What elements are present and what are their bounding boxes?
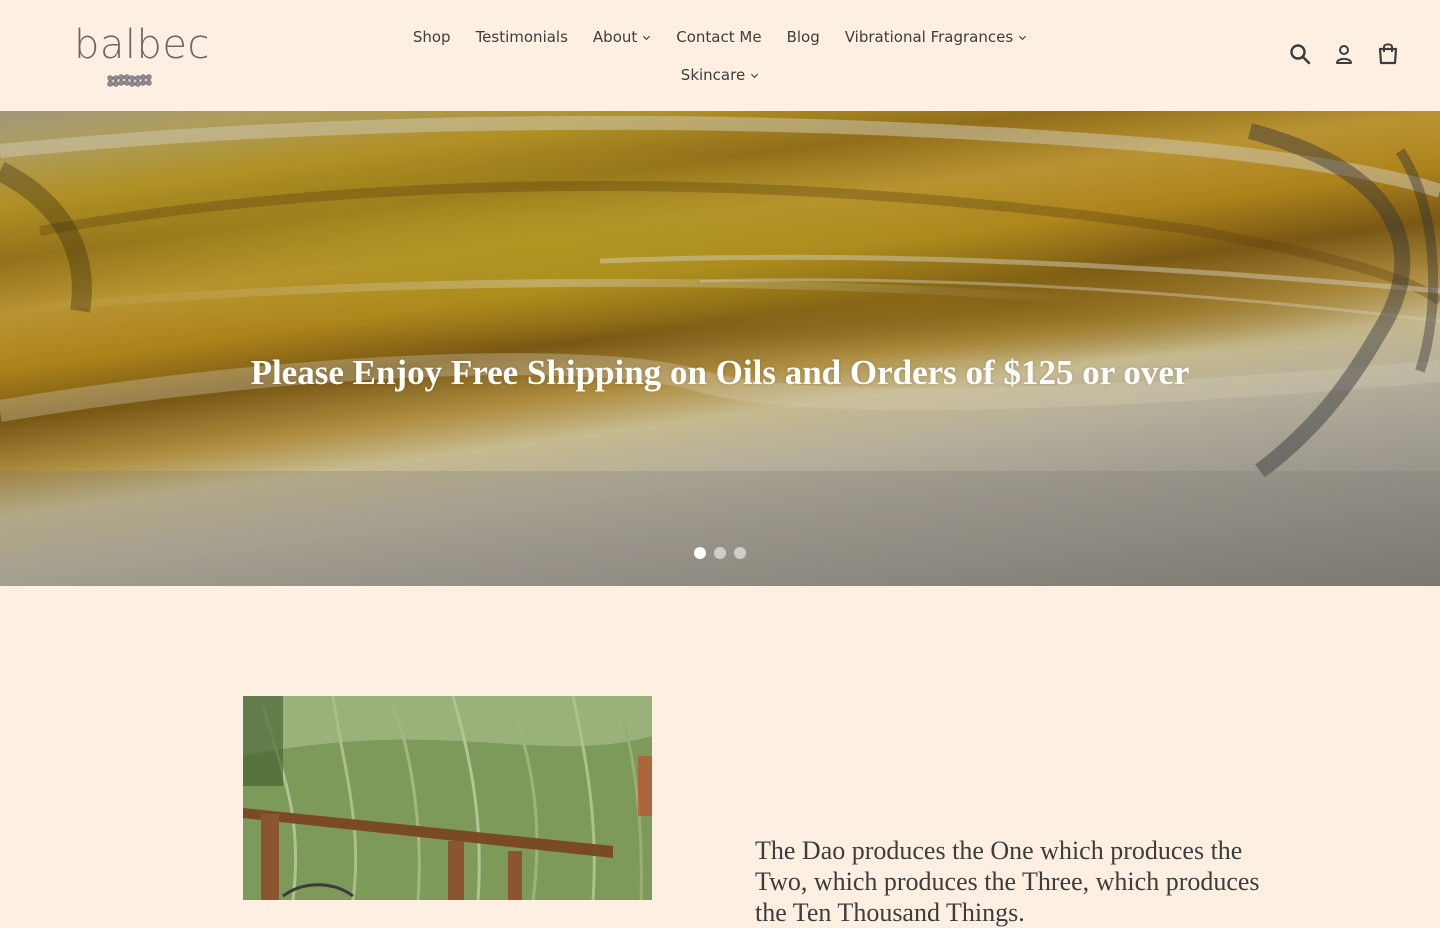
- nav-item-blog[interactable]: Blog: [774, 26, 832, 48]
- slide-pagination: [0, 547, 1440, 559]
- chevron-down-icon: [751, 73, 759, 78]
- flower-cluster-icon: [107, 74, 152, 87]
- nav-item-skincare[interactable]: Skincare: [668, 64, 771, 86]
- account-button[interactable]: [1328, 38, 1360, 70]
- nav-item-label: Blog: [786, 28, 820, 46]
- feature-image: [243, 696, 652, 900]
- nav-item-label: Vibrational Fragrances: [844, 28, 1014, 46]
- account-icon: [1336, 45, 1352, 64]
- nav-item-testimonials[interactable]: Testimonials: [463, 26, 580, 48]
- hero-title: Please Enjoy Free Shipping on Oils and O…: [250, 353, 1190, 393]
- feature-quote: The Dao produces the One which produces …: [755, 836, 1260, 927]
- chevron-down-icon: [643, 35, 651, 40]
- hero-slideshow: Please Enjoy Free Shipping on Oils and O…: [0, 111, 1440, 586]
- nav-item-label: Skincare: [680, 66, 746, 84]
- nav-item-about[interactable]: About: [580, 26, 663, 48]
- logo-text: balbec: [74, 22, 211, 68]
- nav-item-vibrational-fragrances[interactable]: Vibrational Fragrances: [832, 26, 1039, 48]
- hero-overlay: [0, 111, 1440, 586]
- main-navigation: Shop Testimonials About Contact Me Blog …: [380, 26, 1060, 86]
- cart-button[interactable]: [1372, 38, 1404, 70]
- search-icon: [1290, 44, 1311, 65]
- site-logo[interactable]: balbec: [74, 14, 210, 94]
- chevron-down-icon: [1019, 35, 1027, 40]
- slide-dot-1[interactable]: [694, 547, 706, 559]
- nav-item-shop[interactable]: Shop: [400, 26, 463, 48]
- slide-dot-3[interactable]: [734, 547, 746, 559]
- nav-item-contact-me[interactable]: Contact Me: [664, 26, 774, 48]
- cart-icon: [1378, 43, 1398, 65]
- garden-photo: [243, 696, 652, 900]
- slide-dot-2[interactable]: [714, 547, 726, 559]
- search-button[interactable]: [1284, 38, 1316, 70]
- site-header: balbec Shop Testimonials About Contact M…: [0, 0, 1440, 111]
- nav-item-label: Contact Me: [676, 28, 762, 46]
- nav-item-label: Testimonials: [475, 28, 568, 46]
- nav-item-label: Shop: [412, 28, 451, 46]
- nav-item-label: About: [592, 28, 638, 46]
- header-icons: [1272, 38, 1404, 70]
